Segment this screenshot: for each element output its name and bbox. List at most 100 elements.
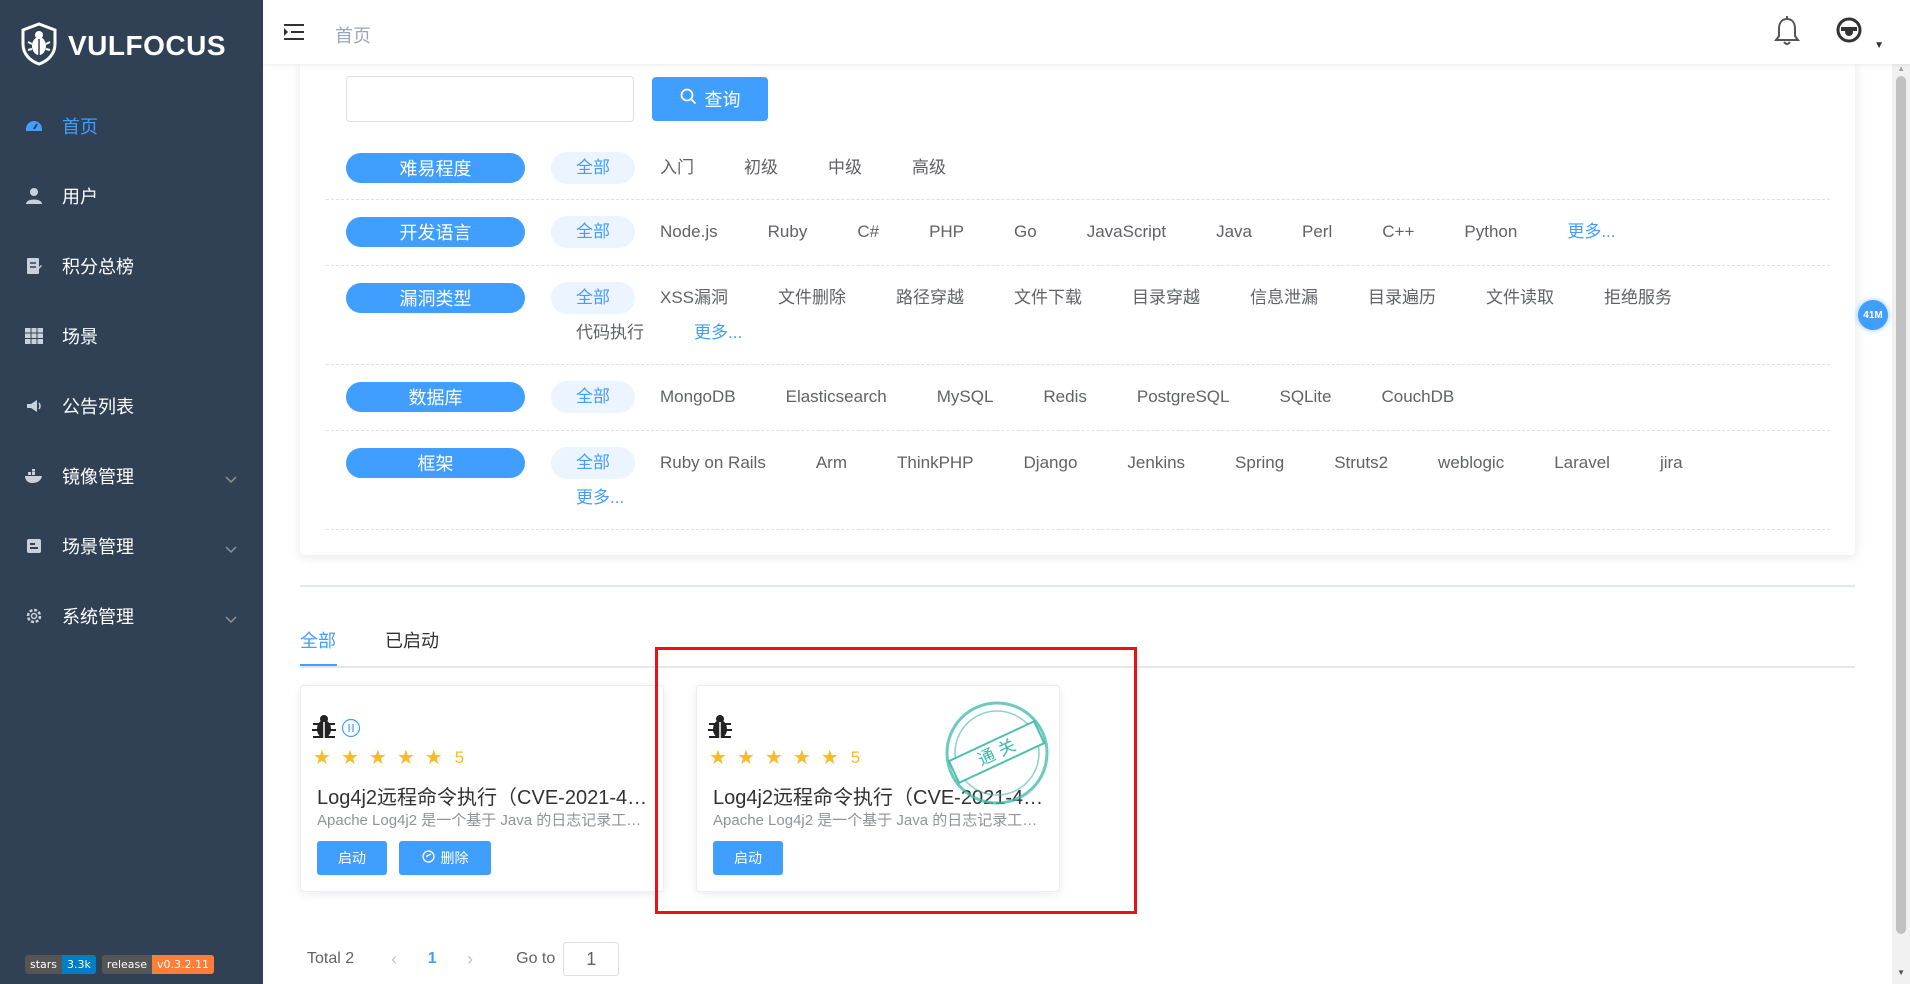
filter-option[interactable]: 文件下载 (989, 282, 1107, 314)
bug-icon (311, 714, 337, 745)
sidebar-item-image-management[interactable]: 镜像管理 (0, 441, 263, 511)
filter-option-all[interactable]: 全部 (551, 152, 635, 184)
filter-option-all[interactable]: 全部 (551, 447, 635, 479)
filter-option[interactable]: JavaScript (1062, 216, 1191, 248)
filter-option[interactable]: Redis (1018, 381, 1111, 413)
scroll-down-arrow-icon[interactable]: ▼ (1897, 968, 1905, 977)
card-title: Log4j2远程命令执行（CVE-2021-44228） (317, 787, 653, 809)
filter-option[interactable]: 中级 (803, 152, 887, 184)
filter-row-vuln-type: 漏洞类型 全部 XSS漏洞 文件删除 路径穿越 文件下载 目录穿越 信息泄漏 目… (326, 266, 1830, 365)
sidebar-item-system-management[interactable]: 系统管理 (0, 581, 263, 651)
dashboard-icon (24, 116, 44, 136)
filter-option[interactable]: 路径穿越 (871, 282, 989, 314)
stars-badge[interactable]: stars 3.3k (25, 955, 96, 974)
sidebar-item-user[interactable]: 用户 (0, 161, 263, 231)
filter-option[interactable]: weblogic (1413, 447, 1529, 479)
filter-option[interactable]: Struts2 (1309, 447, 1413, 479)
scroll-up-arrow-icon[interactable]: ▲ (1897, 64, 1905, 73)
next-page-icon[interactable]: › (452, 949, 488, 970)
goto-page-input[interactable]: 1 (563, 942, 620, 976)
start-button[interactable]: 启动 (317, 841, 387, 875)
sidebar-item-label: 镜像管理 (62, 467, 134, 487)
tab-started[interactable]: 已启动 (385, 628, 439, 654)
hamburger-menu-icon[interactable] (283, 22, 305, 47)
filter-option[interactable]: 初级 (719, 152, 803, 184)
sidebar-item-announcements[interactable]: 公告列表 (0, 371, 263, 441)
bell-icon[interactable] (1774, 16, 1800, 51)
filter-options: 全部 Ruby on Rails Arm ThinkPHP Django Jen… (551, 447, 1800, 514)
section-divider (300, 585, 1855, 587)
announcement-icon (24, 396, 44, 416)
filter-option[interactable]: ThinkPHP (872, 447, 999, 479)
filter-option[interactable]: jira (1635, 447, 1708, 479)
filter-option[interactable]: CouchDB (1356, 381, 1479, 413)
filter-option[interactable]: 文件读取 (1461, 282, 1579, 314)
search-button-label: 查询 (704, 90, 741, 110)
more-link[interactable]: 更多... (1542, 216, 1640, 248)
search-input[interactable] (346, 76, 634, 122)
filter-options: 全部 MongoDB Elasticsearch MySQL Redis Pos… (551, 381, 1800, 413)
memory-float-badge[interactable]: 41M (1858, 300, 1888, 330)
filter-label: 开发语言 (346, 217, 525, 247)
scene-card[interactable]: ★ ★ ★ ★ ★ 5 Log4j2远程命令执行（CVE-2021-44228）… (300, 685, 664, 892)
filter-option[interactable]: PHP (904, 216, 989, 248)
filter-option[interactable]: Django (999, 447, 1103, 479)
filter-option-all[interactable]: 全部 (551, 216, 635, 248)
logo[interactable]: VULFOCUS (20, 21, 226, 71)
start-button-label: 启动 (338, 850, 366, 866)
filter-option[interactable]: Go (989, 216, 1062, 248)
filter-option[interactable]: 代码执行 (551, 317, 669, 349)
filter-option[interactable]: MongoDB (635, 381, 761, 413)
filter-option[interactable]: PostgreSQL (1112, 381, 1255, 413)
filter-option[interactable]: SQLite (1254, 381, 1356, 413)
badge-label: release (101, 955, 153, 974)
filter-option[interactable]: Jenkins (1102, 447, 1210, 479)
filter-option[interactable]: Spring (1210, 447, 1309, 479)
filter-option[interactable]: Python (1439, 216, 1542, 248)
ranking-icon (24, 256, 44, 276)
breadcrumb[interactable]: 首页 (335, 22, 371, 48)
more-link[interactable]: 更多... (551, 482, 649, 514)
filter-option[interactable]: 目录遍历 (1343, 282, 1461, 314)
shield-bug-icon (20, 21, 58, 71)
sidebar-item-ranking[interactable]: 积分总榜 (0, 231, 263, 301)
caret-down-icon[interactable]: ▼ (1874, 40, 1884, 51)
badge-label: stars (25, 955, 63, 974)
sidebar-item-scene[interactable]: 场景 (0, 301, 263, 371)
sidebar-item-home[interactable]: 首页 (0, 91, 263, 161)
highlight-box (655, 647, 1137, 914)
scrollbar-thumb[interactable] (1896, 76, 1906, 934)
filter-option[interactable]: MySQL (912, 381, 1019, 413)
filter-option[interactable]: Ruby (743, 216, 833, 248)
filter-option[interactable]: C# (832, 216, 904, 248)
page-number[interactable]: 1 (412, 950, 452, 968)
filter-option[interactable]: Java (1191, 216, 1277, 248)
sidebar-item-scene-management[interactable]: 场景管理 (0, 511, 263, 581)
filter-option[interactable]: Node.js (635, 216, 743, 248)
avatar[interactable] (1836, 17, 1862, 48)
filter-row-difficulty: 难易程度 全部 入门 初级 中级 高级 (326, 144, 1830, 200)
filter-option-all[interactable]: 全部 (551, 282, 635, 314)
filter-option[interactable]: XSS漏洞 (635, 282, 753, 314)
delete-button[interactable]: 删除 (399, 841, 491, 875)
search-button[interactable]: 查询 (652, 77, 768, 121)
more-link[interactable]: 更多... (669, 317, 767, 349)
prev-page-icon[interactable]: ‹ (376, 949, 412, 970)
filter-option[interactable]: 目录穿越 (1107, 282, 1225, 314)
tab-all[interactable]: 全部 (300, 628, 336, 654)
filter-option[interactable]: 高级 (887, 152, 971, 184)
filter-option[interactable]: C++ (1357, 216, 1439, 248)
filter-option[interactable]: 信息泄漏 (1225, 282, 1343, 314)
filter-option[interactable]: Ruby on Rails (635, 447, 791, 479)
filter-option[interactable]: 入门 (635, 152, 719, 184)
filter-option[interactable]: Arm (791, 447, 872, 479)
filter-option[interactable]: 文件删除 (753, 282, 871, 314)
sidebar-item-label: 用户 (62, 187, 98, 207)
sidebar-item-label: 场景管理 (62, 537, 134, 557)
filter-option[interactable]: Elasticsearch (761, 381, 912, 413)
filter-option[interactable]: Perl (1277, 216, 1357, 248)
filter-option[interactable]: 拒绝服务 (1579, 282, 1697, 314)
filter-option[interactable]: Laravel (1529, 447, 1635, 479)
release-badge[interactable]: release v0.3.2.11 (101, 955, 215, 974)
filter-option-all[interactable]: 全部 (551, 381, 635, 413)
